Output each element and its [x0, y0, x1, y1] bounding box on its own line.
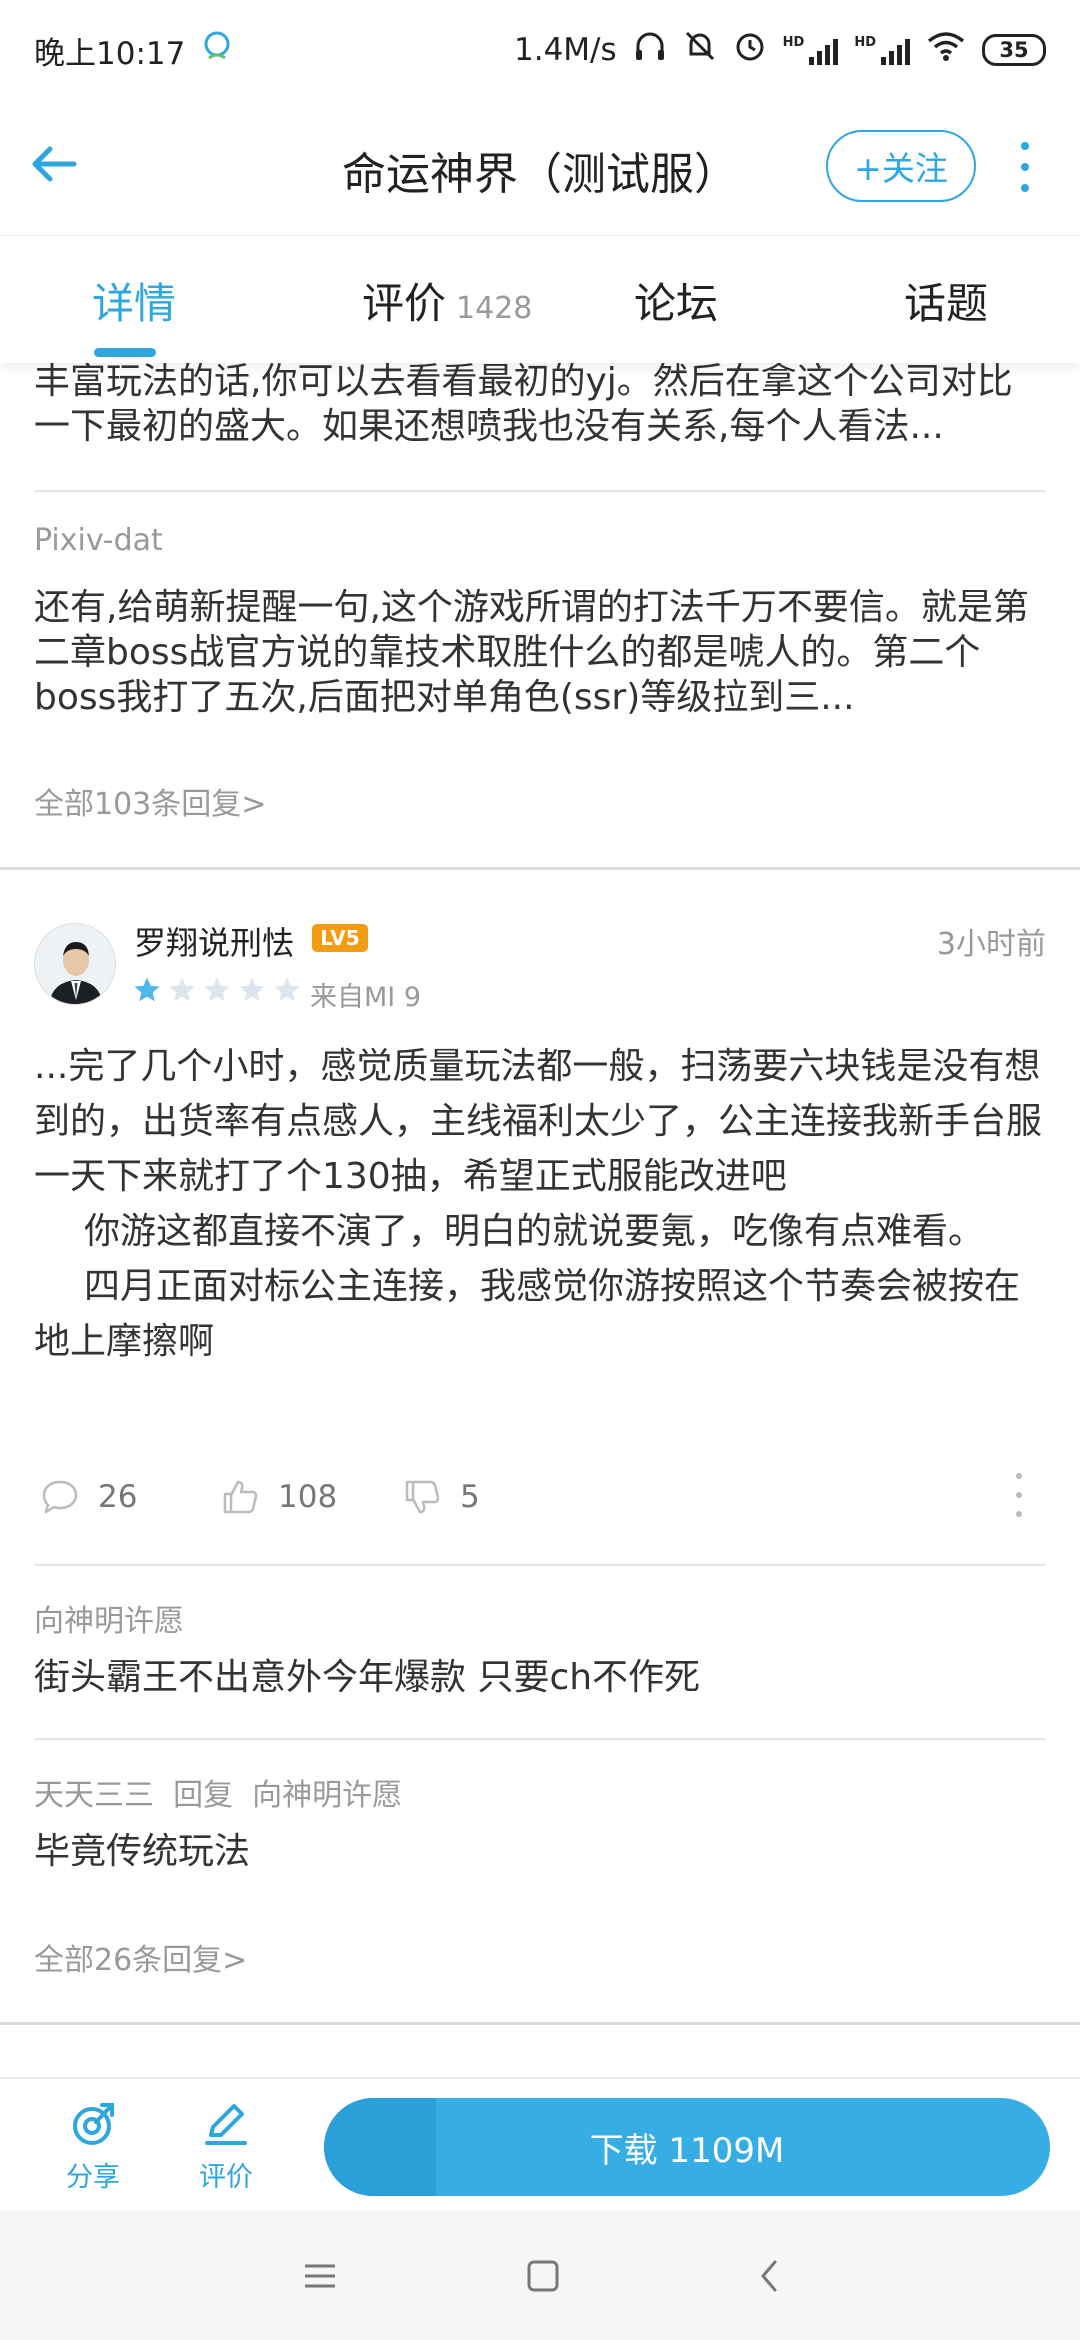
- reply-username[interactable]: 向神明许愿: [34, 1596, 1046, 1640]
- signal-icon: HD: [783, 35, 839, 65]
- status-time: 晚上10:17: [34, 35, 186, 72]
- battery-indicator: 35: [982, 34, 1046, 66]
- tab-indicator: [94, 348, 156, 357]
- user-avatar-image: [35, 924, 115, 1004]
- tab-topics[interactable]: 话题: [904, 270, 988, 331]
- comment-count: 26: [98, 1479, 138, 1515]
- download-progress: [324, 2098, 436, 2196]
- like-count: 108: [278, 1479, 338, 1515]
- tab-bar: 详情 评价 1428 论坛 话题: [0, 235, 1080, 363]
- status-bar: 晚上10:17 1.4M/s HD HD 35: [0, 0, 1080, 100]
- share-icon: [73, 2103, 114, 2145]
- share-button[interactable]: 分享: [43, 2099, 143, 2194]
- tab-forum[interactable]: 论坛: [634, 270, 718, 331]
- tab-reviews[interactable]: 评价 1428: [362, 270, 532, 331]
- app-bar: 命运神界（测试服） +关注: [0, 100, 1080, 235]
- thumbs-down-icon: [405, 1480, 440, 1514]
- star-empty-icon: [274, 977, 300, 1002]
- star-empty-icon: [169, 977, 195, 1002]
- bottom-action-bar: 分享 评价 下载 1109M: [0, 2077, 1080, 2210]
- review-paragraph: 你游这都直接不演了，明白的就说要氪，吃像有点难看。: [84, 1211, 985, 1252]
- divider: [34, 1564, 1046, 1566]
- system-nav-bar: [0, 2210, 1080, 2340]
- all-replies-link[interactable]: 全部26条回复>: [34, 1935, 1046, 1979]
- network-speed: 1.4M/s: [514, 32, 617, 68]
- follow-button[interactable]: +关注: [826, 130, 976, 202]
- section-divider: [0, 2022, 1080, 2025]
- pencil-icon: [205, 2104, 247, 2145]
- level-badge: LV5: [312, 924, 368, 952]
- reply-text[interactable]: 还有,给萌新提醒一句,这个游戏所谓的打法千万不要信。就是第二章boss战官方说的…: [34, 585, 1046, 720]
- tab-details[interactable]: 详情: [92, 270, 176, 331]
- avatar[interactable]: [34, 923, 116, 1005]
- like-button[interactable]: 108: [220, 1477, 337, 1517]
- signal-icon: HD: [854, 35, 910, 65]
- comment-button[interactable]: 26: [40, 1477, 137, 1517]
- review-time: 3小时前: [936, 927, 1046, 962]
- review-feed[interactable]: 丰富玩法的话,你可以去看看最初的yj。然后在拿这个公司对比一下最初的盛大。如果还…: [0, 363, 1080, 2077]
- home-icon[interactable]: [513, 2246, 573, 2306]
- download-button[interactable]: 下载 1109M: [324, 2098, 1050, 2196]
- review-paragraph: 四月正面对标公主连接，我感觉你游按照这个节奏会被按在地上摩擦啊: [34, 1266, 1021, 1362]
- reply-word: 回复: [173, 1778, 234, 1813]
- reply-text[interactable]: 毕竟传统玩法: [34, 1829, 1046, 1874]
- review-count: 1428: [456, 291, 533, 326]
- reply-text[interactable]: 街头霸王不出意外今年爆款 只要ch不作死: [34, 1655, 1046, 1700]
- alarm-icon: [733, 29, 767, 71]
- review-username[interactable]: 罗翔说刑怯: [134, 918, 294, 964]
- dislike-count: 5: [460, 1479, 480, 1515]
- more-options-icon[interactable]: [1012, 1473, 1026, 1517]
- assistant-icon: [199, 28, 235, 72]
- divider: [34, 490, 1046, 492]
- arrow-left-icon: [32, 146, 77, 182]
- divider: [34, 1738, 1046, 1740]
- device-label: 来自MI 9: [310, 982, 422, 1013]
- star-empty-icon: [239, 977, 265, 1002]
- star-empty-icon: [204, 977, 230, 1002]
- section-divider: [0, 867, 1080, 870]
- wifi-icon: [926, 30, 966, 70]
- dislike-button[interactable]: 5: [402, 1477, 480, 1517]
- star-rating: [132, 975, 302, 1005]
- all-replies-link[interactable]: 全部103条回复>: [34, 779, 1046, 823]
- reply-to-username[interactable]: 向神明许愿: [252, 1778, 402, 1813]
- comment-icon: [42, 1480, 78, 1514]
- review-text-truncated[interactable]: 丰富玩法的话,你可以去看看最初的yj。然后在拿这个公司对比一下最初的盛大。如果还…: [34, 363, 1046, 449]
- review-body[interactable]: ...完了几个小时，感觉质量玩法都一般，扫荡要六块钱是没有想到的，出货率有点感人…: [34, 1039, 1046, 1369]
- reply-header: 天天三三 回复 向神明许愿: [34, 1770, 1046, 1814]
- rate-button[interactable]: 评价: [176, 2099, 276, 2194]
- headphones-icon: [633, 29, 667, 71]
- bell-muted-icon: [683, 29, 717, 71]
- menu-icon[interactable]: [290, 2246, 350, 2306]
- review-paragraph: ...完了几个小时，感觉质量玩法都一般，扫荡要六块钱是没有想到的，出货率有点感人…: [34, 1046, 1043, 1197]
- reply-username[interactable]: 天天三三: [34, 1778, 154, 1813]
- thumbs-up-icon: [223, 1480, 258, 1514]
- back-button[interactable]: [26, 134, 86, 194]
- back-nav-icon[interactable]: [740, 2246, 800, 2306]
- star-filled-icon: [134, 977, 160, 1002]
- reply-username[interactable]: Pixiv-dat: [34, 523, 1046, 558]
- more-options-icon[interactable]: [1010, 142, 1040, 192]
